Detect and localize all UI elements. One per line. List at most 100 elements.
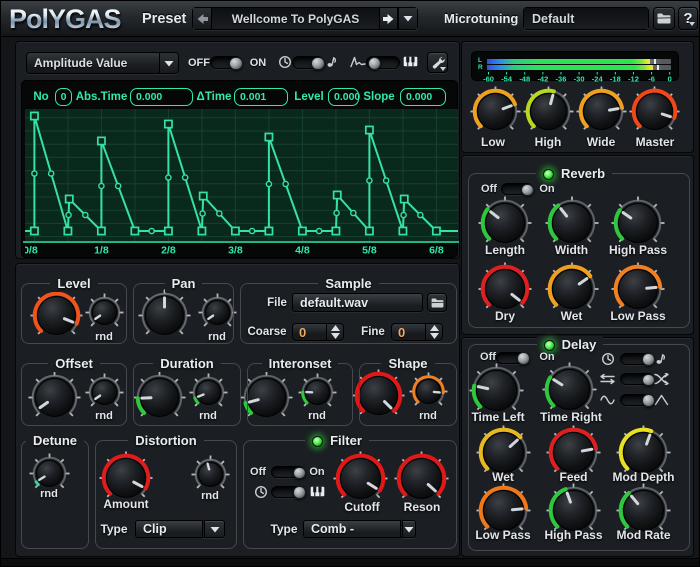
envelope-panel: Amplitude Value OFF ON No0Abs.Time0.000Δ… xyxy=(15,41,460,259)
sample-fine-spinner-stepper[interactable] xyxy=(425,324,442,340)
sample-file-browse-button[interactable] xyxy=(427,293,447,312)
preset-next-button[interactable] xyxy=(379,8,398,29)
microtuning-label: Microtuning xyxy=(444,1,518,37)
distortion-type-button[interactable] xyxy=(204,520,225,538)
arrow-left-icon xyxy=(196,13,209,25)
envelope-target-dropdown[interactable]: Amplitude Value xyxy=(26,52,179,74)
filter-keytrack-toggle-knob xyxy=(293,486,306,499)
svg-text:1/8: 1/8 xyxy=(94,245,109,257)
preset-menu-button[interactable] xyxy=(398,8,417,29)
svg-text:4/8: 4/8 xyxy=(295,245,310,257)
filter-type-button[interactable] xyxy=(402,520,416,538)
group-reverb: Reverb xyxy=(468,173,690,328)
microtuning-field[interactable]: Default xyxy=(524,8,648,29)
vu-meter: LR-60-54-48-42-36-30-24-18-12-60 xyxy=(471,51,679,81)
filter-enable-toggle[interactable] xyxy=(271,466,305,478)
envelope-tempo-toggle[interactable] xyxy=(292,56,324,69)
arrows-parallel-icon xyxy=(600,373,615,385)
distortion-type-label: Type xyxy=(100,522,127,536)
microtuning-group: Default xyxy=(523,7,649,30)
group-shape: Shape xyxy=(359,363,457,426)
delay-enable-toggle[interactable] xyxy=(496,352,529,364)
microtuning-load-button[interactable] xyxy=(653,7,675,30)
sample-coarse-spinner-value[interactable]: 0 xyxy=(293,324,326,340)
sample-coarse-spinner-stepper[interactable] xyxy=(326,324,343,340)
svg-text:2/8: 2/8 xyxy=(161,245,176,257)
reverb-enable-toggle[interactable] xyxy=(501,183,533,195)
meter-left-track xyxy=(487,59,671,64)
envelope-target-dropdown-button[interactable] xyxy=(159,53,178,73)
envelope-keytrack-toggle[interactable] xyxy=(366,56,400,69)
group-interonset: Interonset xyxy=(247,363,353,426)
delay-enable-toggle-knob xyxy=(517,352,530,365)
sample-fine-spinner-value[interactable]: 0 xyxy=(392,324,425,340)
sample-fine-spinner: 0 xyxy=(391,323,443,341)
delay-pingpong-toggle[interactable] xyxy=(620,373,654,385)
keyboard-icon xyxy=(310,486,325,497)
arrow-down-icon xyxy=(331,333,340,339)
envelope-tools-button[interactable] xyxy=(427,52,448,73)
envelope-enable-toggle[interactable] xyxy=(210,56,242,69)
sample-fine-label: Fine xyxy=(361,326,385,338)
envelope-off-label: OFF xyxy=(188,57,210,69)
sine-wave-icon xyxy=(600,394,615,406)
preset-label: Preset xyxy=(142,1,186,37)
svg-text:-18: -18 xyxy=(610,74,621,82)
keyboard-icon xyxy=(403,56,418,67)
meter-left-peak xyxy=(654,59,656,64)
svg-text:-30: -30 xyxy=(574,74,585,82)
group-level: Level xyxy=(21,283,127,344)
reverb-on-label: On xyxy=(539,183,554,195)
group-offset: Offset xyxy=(21,363,127,426)
out-master-label: Master xyxy=(636,135,675,149)
chevron-down-icon xyxy=(210,526,220,533)
clock-icon xyxy=(601,352,615,366)
envelope-on-label: ON xyxy=(250,57,267,69)
note-icon xyxy=(654,352,668,366)
sample-file-field[interactable]: default.wav xyxy=(292,293,423,312)
sample-coarse-label: Coarse xyxy=(248,326,287,338)
folder-icon xyxy=(657,13,671,24)
preset-group: Wellcome To PolyGAS xyxy=(192,7,418,30)
reverb-enable-toggle-knob xyxy=(521,184,534,197)
filter-keytrack-toggle[interactable] xyxy=(271,486,305,498)
svg-text:-42: -42 xyxy=(537,74,548,82)
filter-type-field[interactable]: Comb - xyxy=(303,520,401,538)
sample-coarse-spinner: 0 xyxy=(292,323,344,341)
preset-name-field[interactable]: Wellcome To PolyGAS xyxy=(212,8,379,29)
delay-tempo-toggle[interactable] xyxy=(620,353,654,365)
out-wide-knob[interactable] xyxy=(574,84,629,139)
out-low-knob[interactable] xyxy=(468,84,523,139)
preset-prev-button[interactable] xyxy=(193,8,212,29)
distortion-type-field[interactable]: Clip xyxy=(135,520,203,538)
out-wide-label: Wide xyxy=(587,135,616,149)
group-pan: Pan xyxy=(133,283,234,344)
envelope-graph[interactable]: 0/81/82/83/84/85/86/8 xyxy=(22,81,459,259)
svg-text:-54: -54 xyxy=(501,74,513,82)
envelope-editor: No0Abs.Time0.000ΔTime0.001Level0.000Slop… xyxy=(21,80,458,258)
reverb-off-label: Off xyxy=(481,183,497,195)
svg-text:-48: -48 xyxy=(519,74,530,82)
delay-lfo-shape-toggle[interactable] xyxy=(620,394,654,406)
arrow-up-icon xyxy=(430,325,439,331)
meter-right-peak xyxy=(657,65,659,70)
group-detune: Detune xyxy=(21,440,89,549)
window-bottom-strip xyxy=(1,558,700,567)
meter-right-fill xyxy=(487,65,653,70)
chevron-down-icon xyxy=(164,60,174,67)
envelope-tempo-toggle-knob xyxy=(311,57,325,71)
svg-text:0/8: 0/8 xyxy=(23,245,38,257)
help-button[interactable]: ? xyxy=(678,7,698,30)
arrow-down-icon xyxy=(430,333,439,339)
note-icon xyxy=(325,55,339,69)
meter-left-label: L xyxy=(478,57,483,64)
out-high-label: High xyxy=(535,135,562,149)
arrows-cross-icon xyxy=(654,373,669,385)
delay-tempo-toggle-knob xyxy=(642,353,655,366)
chevron-down-icon xyxy=(403,15,413,22)
out-low-label: Low xyxy=(481,135,505,149)
chevron-down-icon xyxy=(404,526,414,533)
out-master-knob[interactable] xyxy=(627,84,682,139)
out-high-knob[interactable] xyxy=(521,84,576,139)
envelope-target-value: Amplitude Value xyxy=(27,53,159,73)
